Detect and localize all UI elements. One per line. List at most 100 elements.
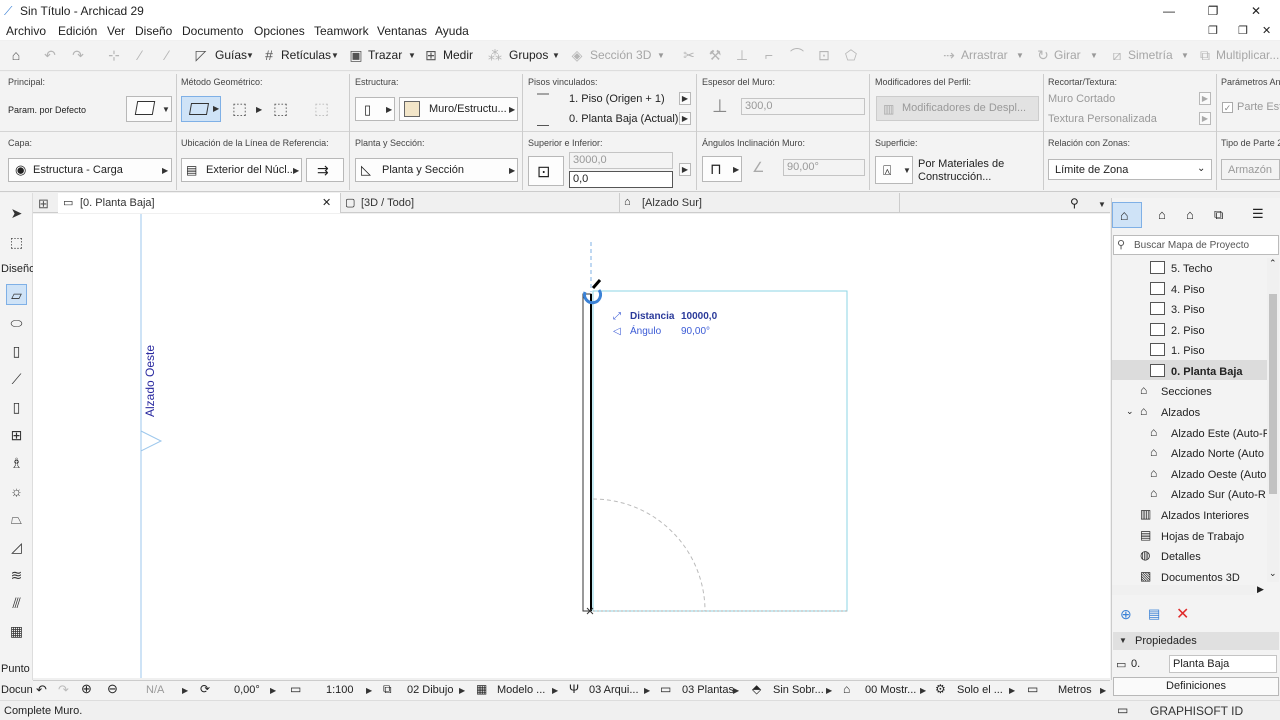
drag-icon[interactable]: ⇢	[940, 46, 958, 64]
dimension-value[interactable]: 03 Plantas	[682, 684, 734, 696]
add-view-icon[interactable]: ⊕	[1120, 606, 1132, 623]
navigator-scrollbar[interactable]: ⌃ ⌄	[1267, 258, 1279, 582]
shell-tool-icon[interactable]: ◿	[6, 537, 27, 558]
multiplicar-button[interactable]: Multiplicar...	[1216, 48, 1279, 62]
renovation-value[interactable]: 00 Mostr...	[865, 684, 916, 696]
arrow-tool-icon[interactable]: ➤	[6, 203, 27, 224]
zone-relation-select[interactable]: Límite de Zona ⌄	[1048, 159, 1212, 180]
grupos-dropdown-icon[interactable]: ▼	[552, 51, 560, 60]
profile-modifiers-button[interactable]: ▥ Modificadores de Despl...	[876, 96, 1039, 121]
stair-tool-icon[interactable]: ≋	[6, 565, 27, 586]
geometry-straight-button[interactable]: ▶	[181, 96, 221, 122]
alzado-oeste-label[interactable]: Alzado Oeste	[143, 345, 157, 417]
girar-dropdown-icon[interactable]: ▼	[1090, 51, 1098, 60]
reticulas-dropdown-icon[interactable]: ▼	[331, 51, 339, 60]
doc-restore-icon[interactable]: ❐	[1208, 24, 1218, 37]
measure-icon[interactable]: ⊞	[422, 46, 440, 64]
medir-button[interactable]: Medir	[443, 48, 473, 62]
navigator-menu-icon[interactable]: ☰	[1252, 206, 1264, 222]
guides-icon[interactable]: ◸	[192, 46, 210, 64]
surface-button[interactable]: ⍓ ▼	[875, 156, 913, 184]
menu-edicion[interactable]: Edición	[58, 24, 97, 38]
wall-slant-type-button[interactable]: ⊓ ▶	[702, 156, 742, 182]
seccion3d-button[interactable]: Sección 3D	[590, 48, 651, 62]
scale-value[interactable]: 1:100	[326, 684, 354, 696]
hscroll-right-icon[interactable]: ▶	[1257, 584, 1264, 595]
tab-overview-icon[interactable]: ⊞	[38, 196, 49, 212]
layer-dropdown[interactable]: ◉ Estructura - Carga ▶	[8, 158, 172, 182]
view-options-icon[interactable]: ⚲	[1070, 196, 1079, 210]
project-map-button[interactable]: ⌂	[1112, 202, 1142, 228]
slab-tool-icon[interactable]: ⬭	[6, 313, 27, 334]
reticulas-button[interactable]: Retículas	[281, 48, 331, 62]
floor-plan-section-dropdown[interactable]: ◺ Planta y Sección ▶	[355, 158, 518, 182]
minimize-button[interactable]: —	[1160, 2, 1178, 20]
doc-restore2-icon[interactable]: ❐	[1238, 24, 1248, 37]
model-view-value[interactable]: Modelo ...	[497, 684, 545, 696]
simetria-dropdown-icon[interactable]: ▼	[1181, 51, 1189, 60]
menu-ayuda[interactable]: Ayuda	[435, 24, 469, 38]
magic-wand-icon[interactable]: ⬠	[842, 46, 860, 64]
favorites-button[interactable]: ▼	[126, 96, 172, 122]
building-material-dropdown[interactable]: Muro/Estructu... ▶	[399, 97, 518, 121]
slanted-wall-icon[interactable]: ⬚	[314, 99, 329, 119]
orientation-value[interactable]: 0,00°	[234, 684, 260, 696]
pisos-top-arrow[interactable]: ▶	[679, 92, 691, 105]
trazar-button[interactable]: Trazar	[368, 48, 402, 62]
point-section-label[interactable]: Punto	[1, 663, 30, 675]
menu-archivo[interactable]: Archivo	[6, 24, 46, 38]
tracker-distance-value[interactable]: 10000,0	[681, 311, 717, 322]
view-settings-icon[interactable]: ▤	[1148, 606, 1160, 622]
restore-button[interactable]: ❐	[1204, 2, 1222, 20]
superior-top-field[interactable]: 3000,0	[569, 152, 673, 169]
recortar-arrow1[interactable]: ▶	[1199, 92, 1211, 105]
zoom-out-icon[interactable]: ⊖	[107, 681, 118, 697]
height-icon-button[interactable]: ⊡	[528, 156, 564, 186]
menu-documento[interactable]: Documento	[182, 24, 243, 38]
grupos-button[interactable]: Grupos	[509, 48, 548, 62]
guias-dropdown-icon[interactable]: ▼	[246, 51, 254, 60]
layer-combination-value[interactable]: 02 Dibujo	[407, 684, 453, 696]
menu-opciones[interactable]: Opciones	[254, 24, 305, 38]
espesor-field[interactable]: 300,0	[741, 98, 865, 115]
recortar-arrow2[interactable]: ▶	[1199, 112, 1211, 125]
groups-icon[interactable]: ⁂	[486, 46, 504, 64]
object-tool-icon[interactable]: ♗	[6, 453, 27, 474]
marquee-tool-icon[interactable]: ⬚	[6, 232, 27, 253]
window-tool-icon[interactable]: ⊞	[6, 425, 27, 446]
mirror-icon[interactable]: ⧄	[1108, 46, 1126, 64]
tree-item-0-planta-baja[interactable]: 0. Planta Baja	[1112, 360, 1267, 380]
navigator-search-field[interactable]: ⚲ Buscar Mapa de Proyecto	[1113, 235, 1279, 255]
layout-book-icon[interactable]: ⌂	[1186, 207, 1194, 222]
grid-icon[interactable]: #	[260, 46, 278, 64]
view-options-dropdown-icon[interactable]: ▼	[1098, 200, 1106, 209]
trapezoid-wall-icon[interactable]: ⬚	[232, 99, 247, 119]
angulos-field[interactable]: 90,00°	[783, 159, 865, 176]
railing-tool-icon[interactable]: ⫻	[6, 593, 27, 614]
seccion3d-dropdown-icon[interactable]: ▼	[657, 51, 665, 60]
menu-diseno[interactable]: Diseño	[135, 24, 172, 38]
split-icon[interactable]: ✂	[680, 46, 698, 64]
menu-ver[interactable]: Ver	[107, 24, 125, 38]
section3d-icon[interactable]: ◈	[568, 46, 586, 64]
zoom-in-icon[interactable]: ⊕	[81, 681, 92, 697]
flip-direction-button[interactable]: ⇉	[306, 158, 344, 182]
undo-icon[interactable]: ↶	[41, 46, 59, 64]
guias-button[interactable]: Guías	[215, 48, 247, 62]
close-button[interactable]: ✕	[1247, 2, 1265, 20]
arrastrar-button[interactable]: Arrastrar	[961, 48, 1008, 62]
fillet-icon[interactable]: ⌐	[760, 46, 778, 64]
scroll-down-icon[interactable]: ⌄	[1269, 568, 1277, 579]
intersect-icon[interactable]: ⊥	[733, 46, 751, 64]
rotate-view-icon[interactable]: ⟳	[200, 682, 210, 696]
roof-tool-icon[interactable]: ⏢	[6, 509, 27, 530]
trace-icon[interactable]: ▣	[347, 46, 365, 64]
design-section-label[interactable]: Diseño	[1, 263, 35, 275]
tab-close-icon[interactable]: ✕	[322, 196, 331, 209]
menu-teamwork[interactable]: Teamwork	[314, 24, 369, 38]
superior-bottom-field[interactable]: 0,0	[569, 171, 673, 188]
tracker-angle-value[interactable]: 90,00°	[681, 326, 710, 337]
home-icon[interactable]: ⌂	[7, 46, 25, 64]
view-map-icon[interactable]: ⌂	[1158, 207, 1166, 222]
override-value[interactable]: Sin Sobr...	[773, 684, 824, 696]
